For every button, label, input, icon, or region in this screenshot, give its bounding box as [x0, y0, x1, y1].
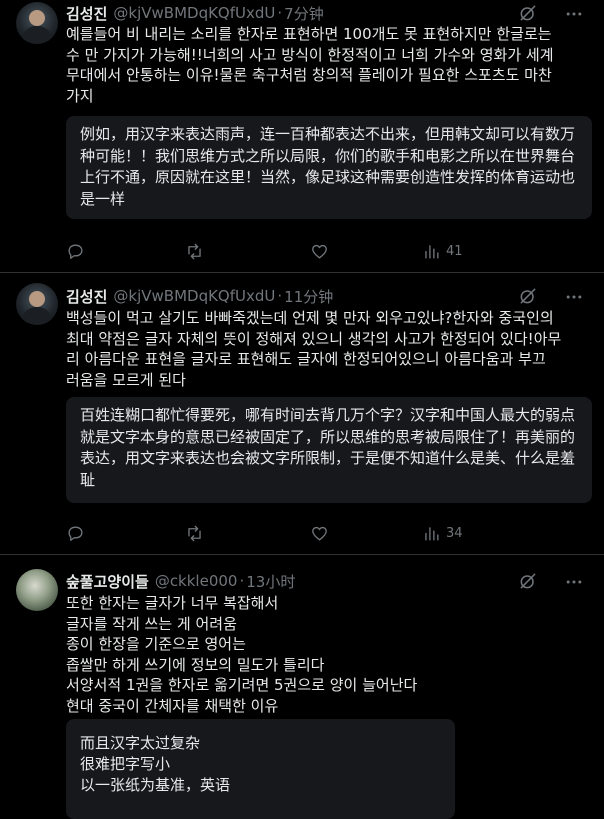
post-header: 김성진 @kjVwBMDqKQfUxdU · 11分钟	[66, 285, 333, 307]
post-header: 김성진 @kjVwBMDqKQfUxdU · 7分钟	[66, 2, 324, 24]
translation-box: 例如，用汉字来表达雨声，连一百种都表达不出来，但用韩文却可以有数万 种可能！！我…	[66, 116, 592, 219]
translation-text: 百姓连糊口都忙得要死，哪有时间去背几万个字？汉字和中国人最大的弱点 就是文字本身…	[80, 406, 576, 489]
translation-box: 百姓连糊口都忙得要死，哪有时间去背几万个字？汉字和中国人最大的弱点 就是文字本身…	[66, 397, 592, 503]
views-button[interactable]: 34	[422, 522, 463, 544]
separator: ·	[277, 4, 283, 22]
avatar[interactable]	[16, 2, 58, 44]
reply-button[interactable]	[66, 240, 85, 262]
reply-icon	[68, 525, 83, 541]
separator: ·	[239, 572, 245, 590]
author-name[interactable]: 김성진	[66, 286, 107, 307]
more-icon[interactable]	[564, 572, 584, 592]
reply-button[interactable]	[66, 522, 85, 544]
views-button[interactable]: 41	[422, 240, 463, 262]
post-text: 백성들이 먹고 살기도 바빠죽겠는데 언제 몇 만자 외우고있냐?한자와 중국인…	[66, 309, 562, 389]
views-icon	[425, 526, 439, 541]
post[interactable]: 숲풀고양이들 @ckkle000 · 13小时 또한 한자는 글자가 너무 복잡…	[0, 555, 604, 819]
action-bar: 34	[66, 522, 536, 544]
avatar[interactable]	[16, 283, 58, 325]
reply-icon	[68, 243, 83, 259]
timestamp[interactable]: 13小时	[246, 571, 295, 592]
separator: ·	[277, 287, 283, 305]
translation-text: 例如，用汉字来表达雨声，连一百种都表达不出来，但用韩文却可以有数万 种可能！！我…	[80, 125, 576, 208]
post-text: 예를들어 비 내리는 소리를 한자로 표현하면 100개도 못 표현하지만 한글…	[66, 25, 554, 105]
grok-icon[interactable]	[518, 286, 538, 306]
post[interactable]: 김성진 @kjVwBMDqKQfUxdU · 11分钟 백성들이 먹고 살기도 …	[0, 273, 604, 555]
post[interactable]: 김성진 @kjVwBMDqKQfUxdU · 7分钟 예를들어 비 내리는 소리…	[0, 0, 604, 273]
action-bar: 41	[66, 240, 536, 262]
author-handle[interactable]: @ckkle000	[155, 572, 238, 590]
author-handle[interactable]: @kjVwBMDqKQfUxdU	[113, 4, 275, 22]
views-count: 41	[446, 243, 463, 259]
author-handle[interactable]: @kjVwBMDqKQfUxdU	[113, 287, 275, 305]
repost-button[interactable]	[185, 522, 204, 544]
timestamp[interactable]: 11分钟	[284, 286, 333, 307]
more-icon[interactable]	[564, 287, 584, 307]
author-name[interactable]: 숲풀고양이들	[66, 571, 149, 592]
views-count: 34	[446, 525, 463, 541]
grok-icon[interactable]	[518, 3, 538, 23]
like-icon	[312, 526, 327, 541]
post-header: 숲풀고양이들 @ckkle000 · 13小时	[66, 570, 295, 592]
like-icon	[312, 244, 327, 259]
repost-button[interactable]	[185, 240, 204, 262]
avatar[interactable]	[16, 569, 58, 611]
translation-box: 而且汉字太过复杂 很难把字写小 以一张纸为基准，英语	[66, 719, 455, 819]
author-name[interactable]: 김성진	[66, 3, 107, 24]
views-icon	[425, 244, 439, 259]
post-text: 또한 한자는 글자가 너무 복잡해서 글자를 작게 쓰는 게 어려움 종이 한장…	[66, 594, 418, 715]
like-button[interactable]	[310, 522, 329, 544]
like-button[interactable]	[310, 240, 329, 262]
repost-icon	[188, 525, 201, 541]
translation-text: 而且汉字太过复杂 很难把字写小 以一张纸为基准，英语	[80, 734, 231, 794]
more-icon[interactable]	[564, 4, 584, 24]
repost-icon	[188, 243, 201, 259]
timestamp[interactable]: 7分钟	[284, 3, 324, 24]
grok-icon[interactable]	[518, 571, 538, 591]
